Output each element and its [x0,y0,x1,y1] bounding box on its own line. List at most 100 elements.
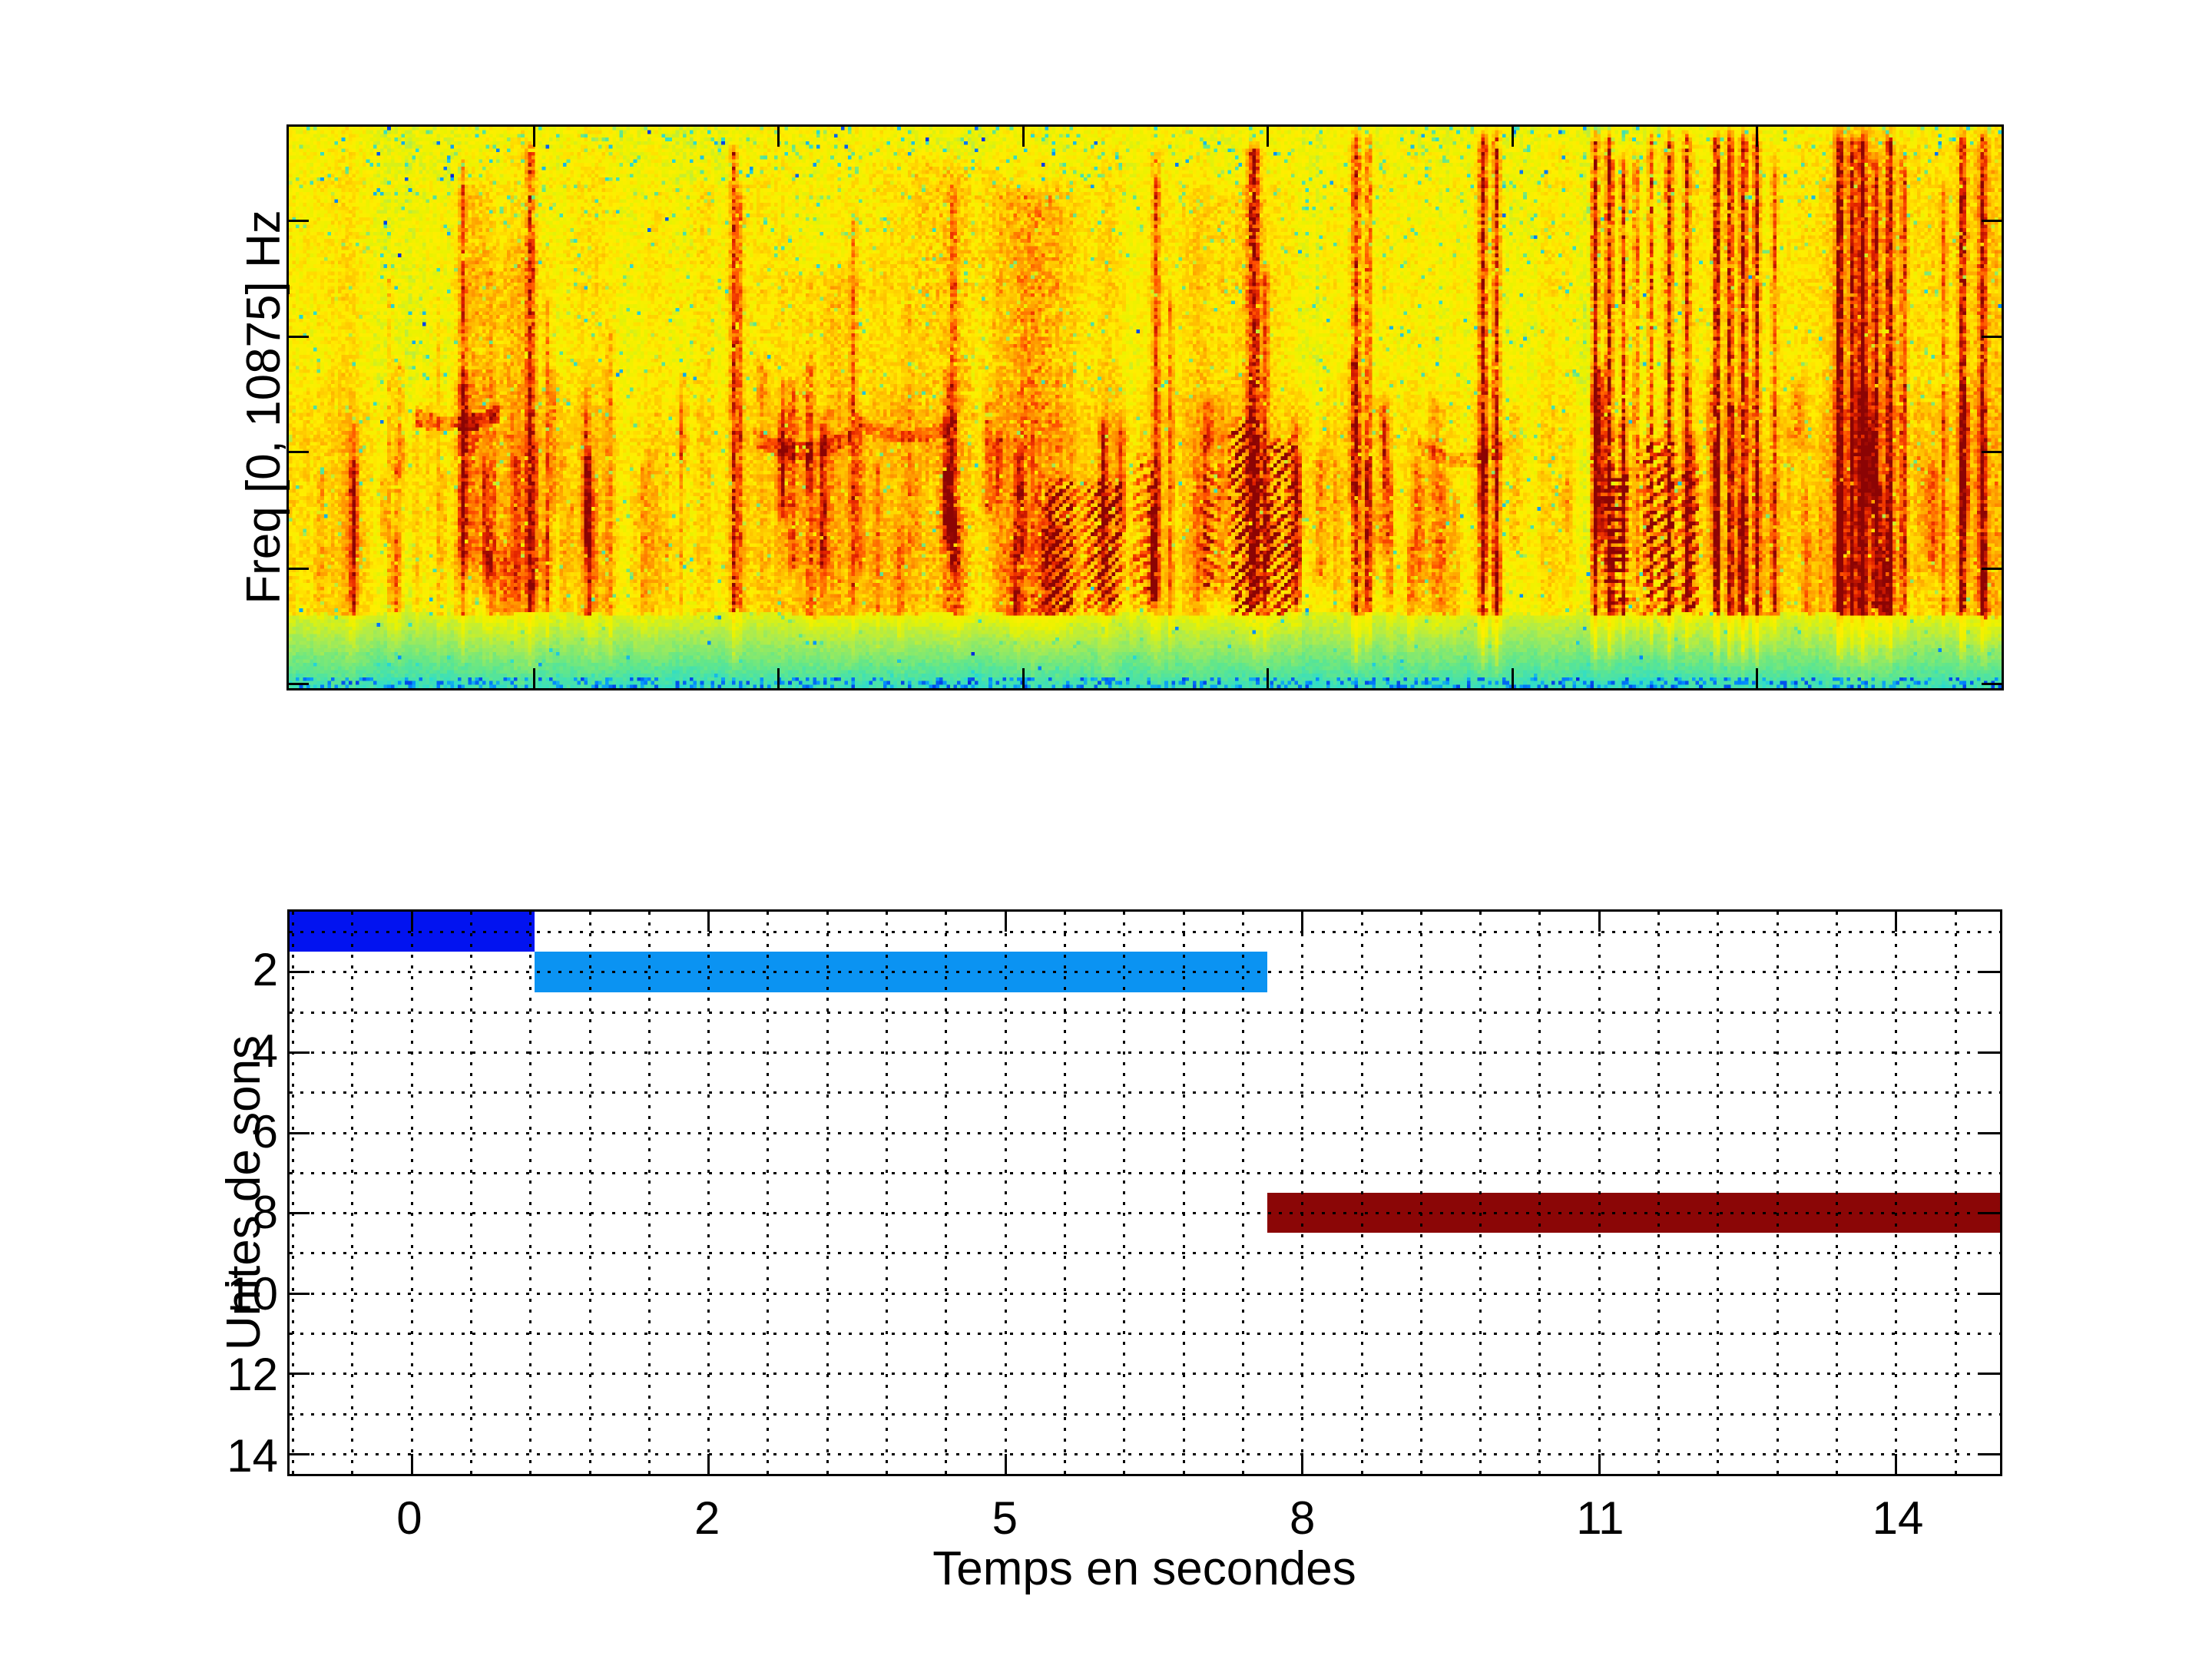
timeline-xlabel: Temps en secondes [932,1545,1356,1593]
grid-line-vertical [411,912,413,1474]
axis-tick [289,220,309,222]
grid-line-vertical [1479,912,1482,1474]
axis-tick [289,683,309,685]
grid-line-horizontal [290,971,2000,973]
axis-tick [1301,1454,1303,1474]
axis-tick [411,1454,413,1474]
spectrogram-ylabel: Freq [0, 10875] Hz [240,210,288,604]
axis-tick [1598,912,1601,932]
axis-tick [1980,1212,2000,1214]
grid-line-horizontal [290,1212,2000,1214]
axis-tick [1982,336,2002,338]
grid-line-vertical [1242,912,1244,1474]
grid-line-horizontal [290,1012,2000,1014]
grid-line-vertical [1361,912,1363,1474]
grid-line-horizontal [290,1333,2000,1335]
spectrogram-plot [286,124,2004,690]
grid-line-vertical [470,912,472,1474]
y-tick-label: 2 [163,947,278,993]
x-tick-label: 11 [1576,1495,1624,1541]
y-tick-label: 14 [163,1433,278,1479]
axis-tick [289,336,309,338]
x-tick-label: 5 [992,1495,1018,1541]
axis-tick [1982,568,2002,570]
axis-tick [707,1454,710,1474]
grid-line-vertical [886,912,888,1474]
grid-line-vertical [1420,912,1422,1474]
grid-line-horizontal [290,1293,2000,1295]
x-tick-label: 0 [396,1495,422,1541]
axis-tick [1982,683,2002,685]
axis-tick [1982,451,2002,453]
axis-tick [1980,1051,2000,1054]
axis-tick [533,127,535,147]
grid-line-vertical [1598,912,1601,1474]
figure-window: { "figure": { "background": "#ffffff" },… [0,0,2212,1659]
axis-tick [1980,971,2000,973]
axis-tick [1022,668,1025,688]
axis-tick [1512,668,1514,688]
timeline-plot [287,909,2002,1476]
grid-line-horizontal [290,1453,2000,1455]
grid-line-horizontal [290,1091,2000,1094]
axis-tick [1301,912,1303,932]
grid-line-vertical [826,912,829,1474]
grid-line-horizontal [290,1413,2000,1416]
grid-line-vertical [945,912,947,1474]
grid-line-horizontal [290,1132,2000,1134]
axis-tick [1598,1454,1601,1474]
axis-tick [1267,127,1269,147]
axis-tick [777,127,780,147]
axis-tick [1980,1373,2000,1375]
axis-tick [1895,1454,1897,1474]
axis-tick [411,912,413,932]
axis-tick [1980,1293,2000,1295]
x-tick-label: 2 [694,1495,720,1541]
grid-line-vertical [1836,912,1838,1474]
y-tick-label: 12 [163,1352,278,1398]
grid-line-vertical [1895,912,1897,1474]
axis-tick [1512,127,1514,147]
grid-line-vertical [648,912,651,1474]
grid-line-vertical [351,912,353,1474]
grid-line-horizontal [290,1172,2000,1174]
grid-line-vertical [1717,912,1719,1474]
grid-line-vertical [767,912,769,1474]
axis-tick [289,451,309,453]
axis-tick [533,668,535,688]
grid-line-horizontal [290,931,2000,933]
axis-tick [707,912,710,932]
grid-line-vertical [1005,912,1007,1474]
y-tick-label: 4 [163,1028,278,1075]
axis-tick [1895,912,1897,932]
axis-tick [290,1293,310,1295]
axis-tick [290,1051,310,1054]
grid-line-vertical [1123,912,1125,1474]
axis-tick [290,971,310,973]
grid-line-vertical [529,912,531,1474]
axis-tick [1756,668,1758,688]
x-tick-label: 8 [1290,1495,1315,1541]
axis-tick [290,1453,310,1455]
x-tick-label: 14 [1873,1495,1924,1541]
axis-tick [1005,1454,1007,1474]
spectrogram-image [289,127,2002,688]
grid-line-vertical [1538,912,1541,1474]
axis-tick [289,568,309,570]
axis-tick [290,1373,310,1375]
grid-line-horizontal [290,1051,2000,1054]
grid-line-vertical [1183,912,1185,1474]
grid-line-vertical [1301,912,1303,1474]
y-tick-label: 8 [163,1190,278,1236]
axis-tick [1982,220,2002,222]
grid-line-vertical [1657,912,1660,1474]
axis-tick [290,1212,310,1214]
grid-line-vertical [589,912,591,1474]
axis-tick [1980,1453,2000,1455]
grid-line-horizontal [290,1252,2000,1254]
y-tick-label: 10 [163,1271,278,1317]
grid-line-vertical [1064,912,1066,1474]
grid-line-vertical [707,912,710,1474]
axis-tick [1267,668,1269,688]
axis-tick [290,1132,310,1134]
